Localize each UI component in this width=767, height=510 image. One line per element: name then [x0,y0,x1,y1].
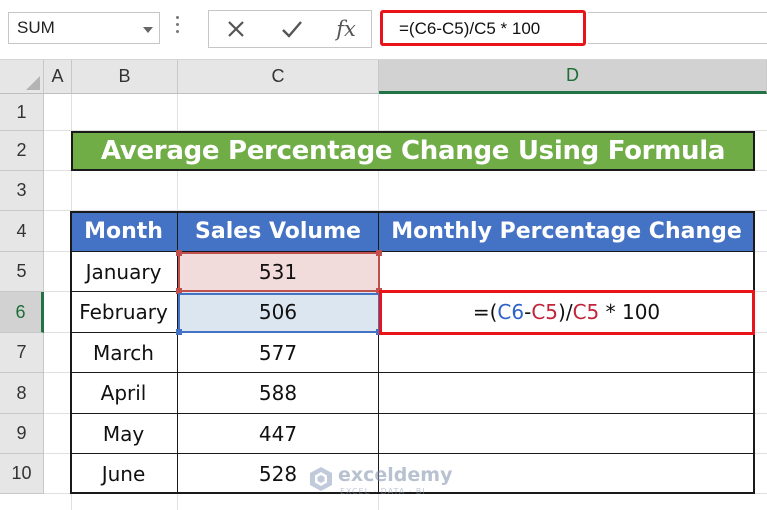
cell-month-january[interactable]: January [70,252,178,292]
check-icon [282,21,302,38]
header-monthly-percentage-change[interactable]: Monthly Percentage Change [379,211,755,252]
select-all-icon [26,76,40,90]
cancel-button[interactable] [209,11,263,47]
row-header-10[interactable]: 10 [0,454,44,494]
cell-sales-january[interactable]: 531 [178,252,379,292]
column-header-d[interactable]: D [379,60,767,94]
row-header-1[interactable]: 1 [0,94,44,131]
cell-change-april[interactable] [379,373,755,414]
column-header-a[interactable]: A [44,60,72,94]
formula-bar: SUM fx =(C6-C5)/C5 * 100 [0,0,767,60]
header-month[interactable]: Month [70,211,178,252]
exceldemy-logo-icon [310,467,332,491]
cell-formula-text: =(C6-C5)/C5 * 100 [473,300,660,324]
insert-function-button[interactable]: fx [319,11,373,47]
row-header-4[interactable]: 4 [0,211,44,252]
formula-ref-c6: C6 [497,300,525,324]
cell-change-january[interactable] [379,252,755,292]
column-header-c[interactable]: C [178,60,379,94]
cell-month-may[interactable]: May [70,414,178,454]
name-box[interactable]: SUM [8,12,160,44]
row-header-3[interactable]: 3 [0,171,44,211]
row-header-6[interactable]: 6 [0,292,44,333]
x-icon [228,21,244,37]
select-all-button[interactable] [0,60,44,94]
cell-change-may[interactable] [379,414,755,454]
formula-part-multiply: * 100 [599,300,661,324]
name-box-value: SUM [17,18,55,37]
cell-month-march[interactable]: March [70,333,178,373]
cell-sales-march[interactable]: 577 [178,333,379,373]
drag-handle-icon[interactable] [176,16,180,42]
header-sales-volume[interactable]: Sales Volume [178,211,379,252]
formula-text: =(C6-C5)/C5 * 100 [399,19,541,38]
watermark-tagline: EXCEL · DATA · BI [340,487,426,496]
formula-ref-c5-divisor: C5 [572,300,600,324]
cell-sales-february[interactable]: 506 [178,292,379,333]
cell-sales-may[interactable]: 447 [178,414,379,454]
row-header-9[interactable]: 9 [0,414,44,454]
watermark: exceldemy EXCEL · DATA · BI [308,462,468,498]
sheet-title: Average Percentage Change Using Formula [100,136,726,166]
row-header-8[interactable]: 8 [0,373,44,414]
cell-change-february-editing[interactable]: =(C6-C5)/C5 * 100 [379,292,755,333]
cell-month-april[interactable]: April [70,373,178,414]
column-header-b[interactable]: B [72,60,178,94]
formula-part-divide: )/ [558,300,573,324]
formula-part-open: =( [472,300,498,324]
title-banner[interactable]: Average Percentage Change Using Formula [71,131,755,171]
formula-input[interactable]: =(C6-C5)/C5 * 100 [380,10,586,46]
watermark-name: exceldemy [338,464,453,486]
cell-change-march[interactable] [379,333,755,373]
row-header-7[interactable]: 7 [0,333,44,373]
formula-input-extension[interactable] [588,12,767,44]
fx-icon: fx [336,17,356,41]
chevron-down-icon[interactable] [143,27,153,33]
cell-month-february[interactable]: February [70,292,178,333]
enter-button[interactable] [265,11,319,47]
sales-table: Month Sales Volume Monthly Percentage Ch… [70,211,755,494]
cell-sales-april[interactable]: 588 [178,373,379,414]
formula-buttons: fx [208,10,372,48]
row-header-5[interactable]: 5 [0,252,44,292]
cell-month-june[interactable]: June [70,454,178,494]
formula-ref-c5: C5 [531,300,559,324]
row-header-2[interactable]: 2 [0,131,44,171]
